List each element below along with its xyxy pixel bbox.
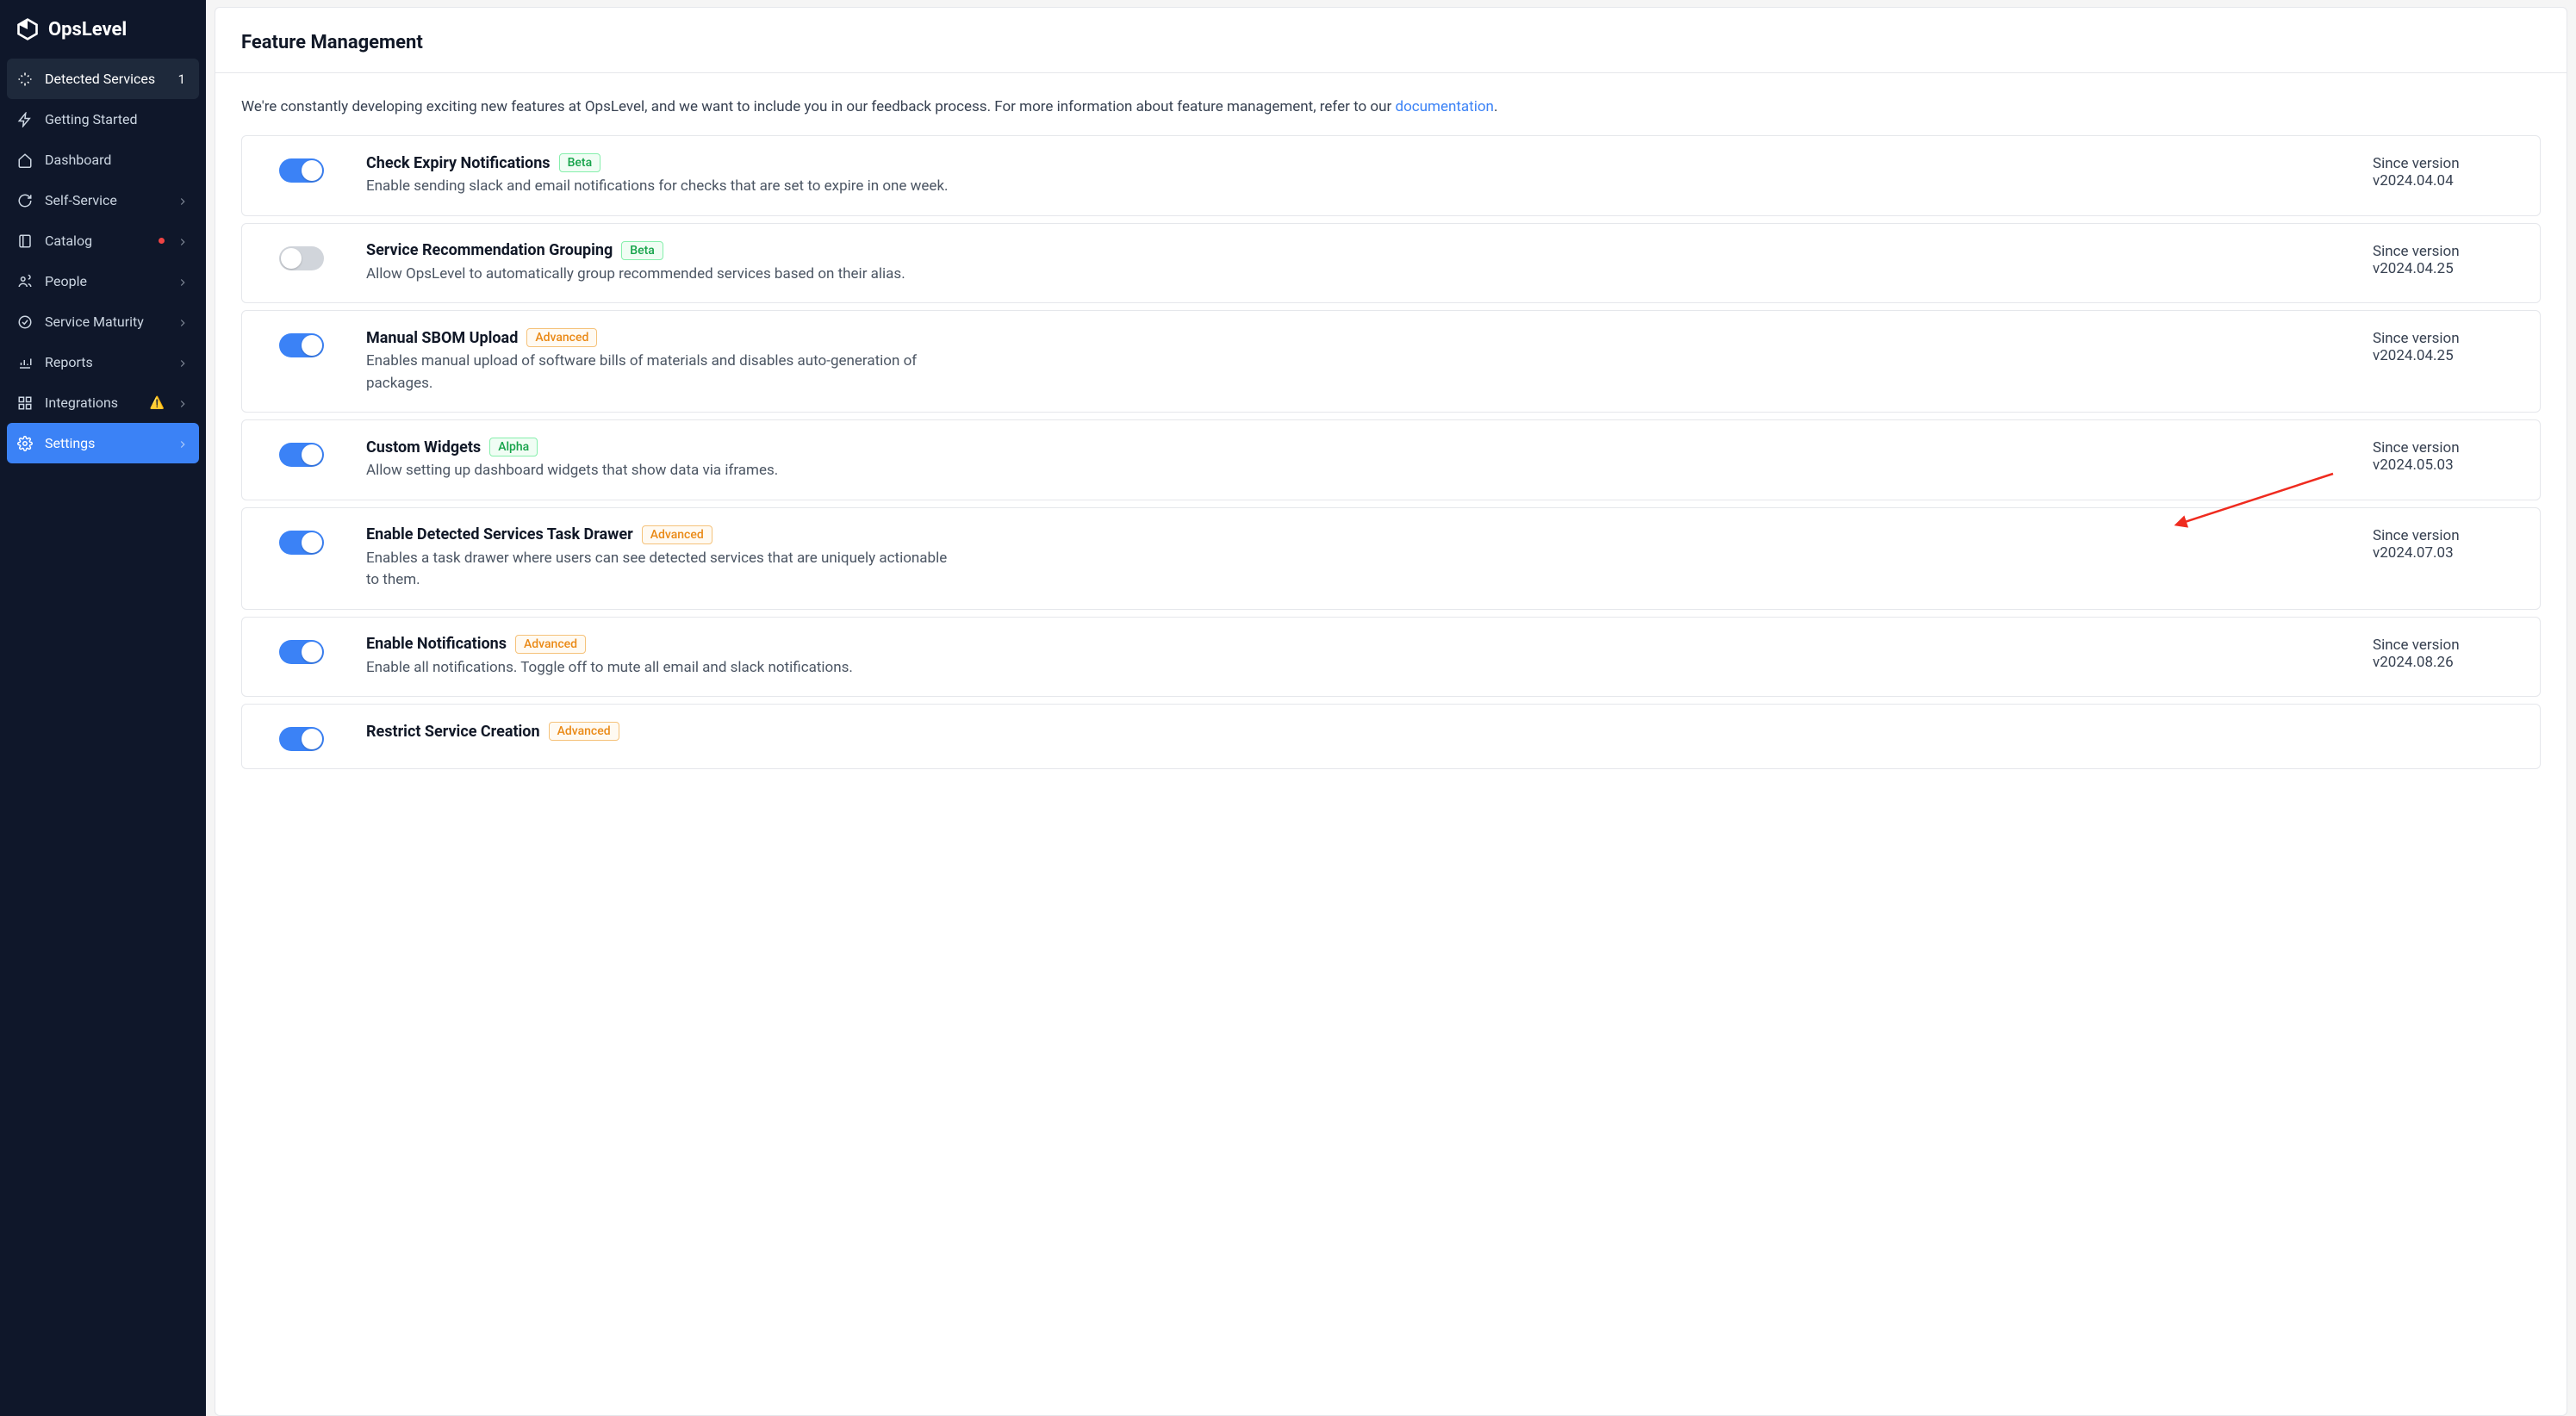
brand-name: OpsLevel [48, 19, 127, 40]
version-value: v2024.04.04 [2373, 172, 2519, 189]
nav-label: Self-Service [45, 192, 165, 208]
nav-label: Service Maturity [45, 314, 165, 330]
chevron-right-icon [177, 276, 189, 288]
version-value: v2024.05.03 [2373, 456, 2519, 474]
nav-reports[interactable]: Reports [7, 342, 199, 382]
chart-icon [17, 355, 33, 370]
feature-card: Check Expiry Notifications Beta Enable sen… [241, 135, 2541, 216]
feature-toggle[interactable] [279, 333, 324, 357]
feature-badge: Beta [559, 153, 601, 172]
feature-title: Manual SBOM Upload [366, 329, 518, 347]
nav-detected-services[interactable]: Detected Services 1 [7, 59, 199, 99]
version-value: v2024.04.25 [2373, 260, 2519, 277]
feature-badge: Advanced [515, 635, 586, 654]
version-label: Since version [2373, 330, 2519, 347]
opslevel-logo-icon [16, 17, 40, 41]
feature-card: Custom Widgets Alpha Allow setting up dash… [241, 419, 2541, 500]
nav-catalog[interactable]: Catalog [7, 220, 199, 261]
nav-label: Catalog [45, 233, 145, 249]
feature-card: Service Recommendation Grouping Beta Allow… [241, 223, 2541, 304]
feature-toggle[interactable] [279, 443, 324, 467]
chevron-right-icon [177, 195, 189, 207]
feature-title: Enable Detected Services Task Drawer [366, 525, 633, 543]
feature-toggle[interactable] [279, 727, 324, 751]
version-label: Since version [2373, 439, 2519, 456]
people-icon [17, 274, 33, 289]
nav-label: Getting Started [45, 111, 189, 127]
check-circle-icon [17, 314, 33, 330]
version-label: Since version [2373, 243, 2519, 260]
feature-card: Enable Detected Services Task Drawer Adva… [241, 507, 2541, 610]
feature-toggle[interactable] [279, 246, 324, 270]
page-header: Feature Management [215, 8, 2567, 73]
nav-settings[interactable]: Settings [7, 423, 199, 463]
warning-icon: ⚠️ [150, 396, 165, 410]
feature-description: Enable sending slack and email notificat… [366, 176, 952, 198]
chevron-right-icon [177, 235, 189, 247]
feature-title: Custom Widgets [366, 438, 481, 456]
feature-badge: Advanced [642, 525, 712, 544]
nav-label: Dashboard [45, 152, 189, 168]
nav-self-service[interactable]: Self-Service [7, 180, 199, 220]
feature-description: Enables a task drawer where users can se… [366, 548, 952, 592]
feature-card: Restrict Service Creation Advanced [241, 704, 2541, 769]
chevron-right-icon [177, 397, 189, 409]
gear-icon [17, 436, 33, 451]
version-label: Since version [2373, 155, 2519, 172]
intro-part-2: . [1494, 98, 1497, 115]
feature-title: Service Recommendation Grouping [366, 241, 613, 259]
version-value: v2024.04.25 [2373, 347, 2519, 364]
nav-label: Settings [45, 435, 165, 451]
nav-dashboard[interactable]: Dashboard [7, 140, 199, 180]
version-value: v2024.07.03 [2373, 544, 2519, 562]
home-icon [17, 152, 33, 168]
sidebar: OpsLevel Detected Services 1 Getting Sta… [0, 0, 206, 1416]
version-value: v2024.08.26 [2373, 654, 2519, 671]
feature-badge: Advanced [549, 722, 619, 741]
notification-dot-icon [159, 238, 165, 244]
feature-badge: Beta [621, 241, 663, 260]
book-icon [17, 233, 33, 249]
documentation-link[interactable]: documentation [1395, 98, 1493, 115]
feature-description: Allow OpsLevel to automatically group re… [366, 264, 952, 286]
nav-integrations[interactable]: Integrations ⚠️ [7, 382, 199, 423]
feature-title: Check Expiry Notifications [366, 154, 551, 172]
page-title: Feature Management [241, 32, 2541, 53]
nav-service-maturity[interactable]: Service Maturity [7, 301, 199, 342]
grid-icon [17, 395, 33, 411]
sparkles-icon [17, 71, 33, 87]
nav-count-badge: 1 [175, 71, 189, 87]
feature-card: Enable Notifications Advanced Enable all n… [241, 617, 2541, 698]
feature-toggle[interactable] [279, 531, 324, 555]
feature-badge: Advanced [526, 328, 597, 347]
chevron-right-icon [177, 357, 189, 369]
nav-people[interactable]: People [7, 261, 199, 301]
nav-label: Detected Services [45, 71, 163, 87]
feature-title: Enable Notifications [366, 635, 507, 653]
feature-toggle[interactable] [279, 158, 324, 183]
feature-card: Manual SBOM Upload Advanced Enables manual… [241, 310, 2541, 413]
nav-label: People [45, 273, 165, 289]
intro-part-1: We're constantly developing exciting new… [241, 98, 1395, 115]
logo[interactable]: OpsLevel [0, 0, 206, 59]
feature-title: Restrict Service Creation [366, 723, 540, 741]
feature-description: Enables manual upload of software bills … [366, 351, 952, 394]
chevron-right-icon [177, 438, 189, 450]
chevron-right-icon [177, 316, 189, 328]
version-label: Since version [2373, 637, 2519, 654]
nav: Detected Services 1 Getting Started Dash… [0, 59, 206, 463]
main-content: Feature Management We're constantly deve… [215, 7, 2567, 1416]
intro-text: We're constantly developing exciting new… [215, 73, 2567, 135]
nav-label: Integrations [45, 394, 138, 411]
feature-description: Enable all notifications. Toggle off to … [366, 657, 952, 680]
lightning-icon [17, 112, 33, 127]
features-list: Check Expiry Notifications Beta Enable sen… [215, 135, 2567, 795]
feature-badge: Alpha [489, 438, 538, 456]
feature-description: Allow setting up dashboard widgets that … [366, 460, 952, 482]
version-label: Since version [2373, 527, 2519, 544]
nav-label: Reports [45, 354, 165, 370]
nav-getting-started[interactable]: Getting Started [7, 99, 199, 140]
feature-toggle[interactable] [279, 640, 324, 664]
refresh-icon [17, 193, 33, 208]
